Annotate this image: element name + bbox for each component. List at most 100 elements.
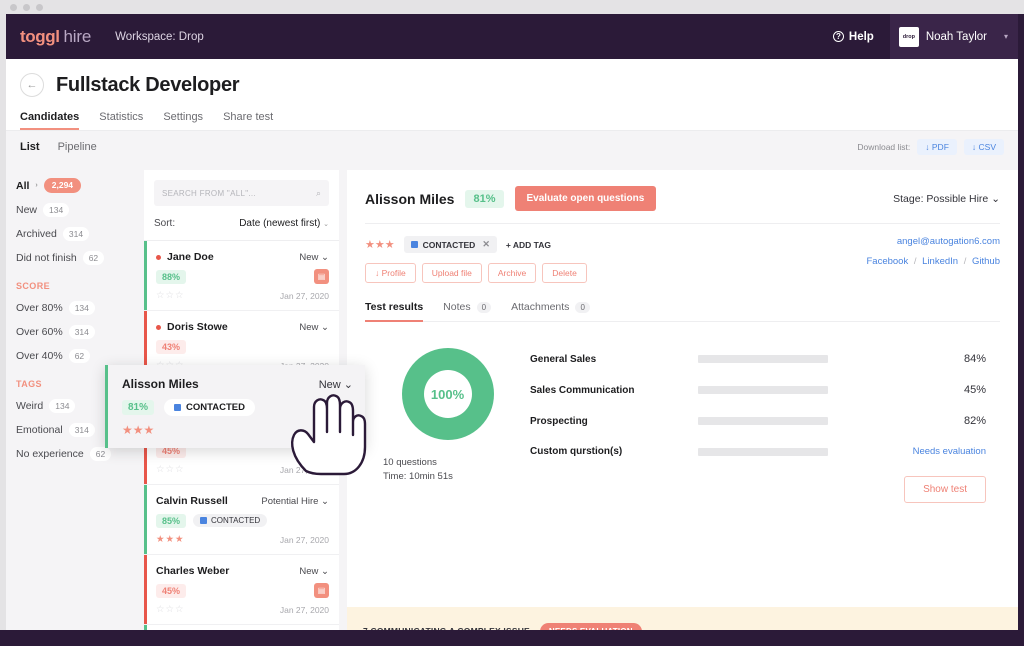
tab-settings[interactable]: Settings xyxy=(163,111,203,130)
tab-notes[interactable]: Notes 0 xyxy=(443,301,492,321)
list-item[interactable]: Calvin Russell Potential Hire ⌄ 85% CONT… xyxy=(144,485,339,555)
filter-over-40[interactable]: Over 40% 62 xyxy=(16,349,138,364)
filter-new[interactable]: New 134 xyxy=(16,203,138,218)
link-separator: / xyxy=(913,256,917,267)
unread-dot-icon xyxy=(156,324,161,330)
download-pdf-button[interactable]: ↓ PDF xyxy=(917,138,957,155)
filter-did-not-finish[interactable]: Did not finish 62 xyxy=(16,251,138,266)
detail-tag-chip[interactable]: CONTACTED ✕ xyxy=(403,236,497,253)
candidate-name: Charles Weber xyxy=(156,565,230,577)
sort-value: Date (newest first) xyxy=(239,218,321,229)
rating-stars[interactable]: ☆☆☆ xyxy=(156,290,185,301)
detail-meta-row: ★★★ CONTACTED ✕ + ADD TAG ↓ Profile Uplo… xyxy=(365,236,1000,283)
filter-tag-emotional-label: Emotional xyxy=(16,424,63,437)
candidate-stage[interactable]: New ⌄ xyxy=(299,322,329,333)
tab-statistics[interactable]: Statistics xyxy=(99,111,143,130)
show-test-button[interactable]: Show test xyxy=(904,476,986,503)
rating-stars[interactable]: ★★★ xyxy=(365,238,395,251)
candidate-stage[interactable]: Potential Hire ⌄ xyxy=(261,496,329,507)
user-menu[interactable]: drop Noah Taylor ▾ xyxy=(889,14,1018,59)
rating-stars[interactable]: ☆☆☆ xyxy=(156,464,185,475)
profile-button[interactable]: ↓ Profile xyxy=(365,263,416,283)
delete-button[interactable]: Delete xyxy=(542,263,587,283)
needs-evaluation-link[interactable]: Needs evaluation xyxy=(913,446,1000,457)
toggl-hire-logo[interactable]: toggl hire xyxy=(20,27,91,47)
linkedin-link[interactable]: LinkedIn xyxy=(922,256,958,267)
test-time: Time: 10min 51s xyxy=(383,471,453,483)
workspace-label[interactable]: Workspace: Drop xyxy=(115,31,204,43)
subtab-list[interactable]: List xyxy=(20,141,40,153)
filter-over-40-label: Over 40% xyxy=(16,350,63,363)
hover-card-tag[interactable]: CONTACTED xyxy=(164,399,255,416)
filter-over-80[interactable]: Over 80% 134 xyxy=(16,301,138,316)
list-item[interactable]: Charles Weber New ⌄ 45% ▤ ☆☆☆ Jan 27, 20… xyxy=(144,555,339,625)
candidate-row-top: Doris Stowe New ⌄ xyxy=(156,321,329,333)
github-link[interactable]: Github xyxy=(972,256,1000,267)
tab-attachments[interactable]: Attachments 0 xyxy=(511,301,590,321)
chevron-down-icon: ▾ xyxy=(1003,32,1008,41)
filter-archived[interactable]: Archived 314 xyxy=(16,227,138,242)
user-name-label: Noah Taylor xyxy=(925,30,987,43)
filter-over-80-count: 134 xyxy=(68,301,95,316)
archive-button[interactable]: Archive xyxy=(487,263,537,283)
window-minimize-dot[interactable] xyxy=(23,3,30,11)
window-close-dot[interactable] xyxy=(10,3,17,11)
candidate-stage[interactable]: New ⌄ xyxy=(299,252,329,263)
candidate-row-mid: 43% xyxy=(156,339,329,354)
detail-meta-left: ★★★ CONTACTED ✕ + ADD TAG ↓ Profile Uplo… xyxy=(365,236,587,283)
tab-notes-label: Notes xyxy=(443,301,471,313)
detail-tag-label: CONTACTED xyxy=(422,239,476,250)
upload-file-button[interactable]: Upload file xyxy=(421,263,482,283)
tag-icon xyxy=(174,404,182,411)
subtab-pipeline[interactable]: Pipeline xyxy=(58,141,97,153)
sort-value-group[interactable]: Date (newest first) ⌄ xyxy=(239,218,329,229)
back-button[interactable]: ← xyxy=(20,73,44,97)
window-maximize-dot[interactable] xyxy=(36,3,43,11)
email-link[interactable]: angel@autogation6.com xyxy=(867,236,1000,247)
filter-tag-no-experience[interactable]: No experience 62 xyxy=(16,447,138,462)
candidate-tag[interactable]: CONTACTED xyxy=(193,514,268,527)
app-viewport: toggl hire Workspace: Drop ? Help drop N… xyxy=(6,14,1018,630)
filter-tag-emotional-count: 314 xyxy=(68,423,95,438)
list-item[interactable]: Jane Doe New ⌄ 88% ▤ ☆☆☆ Jan 27, 2020 xyxy=(144,241,339,311)
tab-test-results[interactable]: Test results xyxy=(365,301,424,322)
filter-tag-weird-count: 134 xyxy=(49,399,76,414)
document-icon[interactable]: ▤ xyxy=(314,269,329,284)
filter-tag-noexp-count: 62 xyxy=(89,447,112,462)
add-tag-button[interactable]: + ADD TAG xyxy=(506,240,551,250)
detail-contact-block: angel@autogation6.com Facebook / LinkedI… xyxy=(867,236,1001,267)
skill-bar-row: Prospecting 82% xyxy=(530,415,1000,427)
filter-over-60[interactable]: Over 60% 314 xyxy=(16,325,138,340)
filter-all[interactable]: All › 2,294 xyxy=(16,178,138,194)
close-icon[interactable]: ✕ xyxy=(482,239,490,250)
help-button[interactable]: ? Help xyxy=(832,31,890,43)
tab-share-test[interactable]: Share test xyxy=(223,111,273,130)
candidate-date: Jan 27, 2020 xyxy=(279,290,329,301)
tab-candidates[interactable]: Candidates xyxy=(20,111,80,130)
divider xyxy=(365,223,1000,224)
filter-tag-noexp-label: No experience xyxy=(16,448,84,461)
question-banner[interactable]: 7.COMMUNICATING A COMPLEX ISSUE NEEDS EV… xyxy=(347,607,1018,630)
stage-selector[interactable]: Stage: Possible Hire ⌄ xyxy=(893,193,1000,205)
evaluate-open-questions-button[interactable]: Evaluate open questions xyxy=(514,186,657,211)
search-box[interactable]: ⌕ xyxy=(154,180,329,206)
skill-value: 45% xyxy=(963,384,986,396)
candidate-stage[interactable]: New ⌄ xyxy=(299,566,329,577)
help-icon: ? xyxy=(832,31,844,42)
test-results-chart: 100% 10 questions Time: 10min 51s Genera… xyxy=(365,348,1000,503)
tag-icon xyxy=(410,241,418,248)
completion-value: 100% xyxy=(430,386,465,402)
sort-row[interactable]: Sort: Date (newest first) ⌄ xyxy=(144,206,339,241)
rating-stars[interactable]: ★★★ xyxy=(156,534,185,545)
browser-chrome-bar xyxy=(0,0,1024,14)
search-input[interactable] xyxy=(162,188,316,198)
download-csv-button[interactable]: ↓ CSV xyxy=(963,138,1004,155)
skill-label: Prospecting xyxy=(530,415,588,427)
document-icon[interactable]: ▤ xyxy=(314,583,329,598)
cursor-hand-icon xyxy=(291,394,367,476)
filter-all-label: All xyxy=(16,179,30,192)
rating-stars[interactable]: ☆☆☆ xyxy=(156,604,185,615)
facebook-link[interactable]: Facebook xyxy=(867,256,909,267)
chevron-down-icon: ⌄ xyxy=(323,221,329,228)
candidate-row-top: Calvin Russell Potential Hire ⌄ xyxy=(156,495,329,507)
